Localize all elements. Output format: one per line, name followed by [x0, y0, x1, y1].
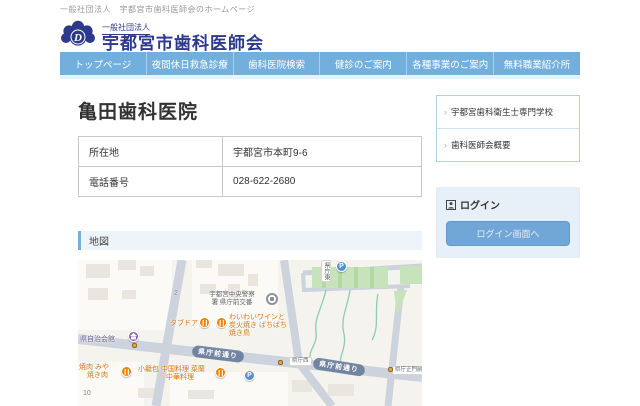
sidebar-link-hygienist-school[interactable]: › 宇都宮歯科衛生士専門学校 [437, 96, 579, 128]
clinic-name-heading: 亀田歯科医院 [78, 102, 199, 123]
login-icon [446, 199, 456, 210]
sidebar-link-label: 宇都宮歯科衛生士専門学校 [451, 107, 554, 117]
civic-hall-label: 県自治会館 [80, 336, 115, 343]
road-name-label: 県庁東通り [321, 260, 331, 282]
chevron-right-icon: › [444, 140, 447, 150]
main-nav: トップページ 夜間休日救急診療 歯科医院検索 健診のご案内 各種事業のご案内 無… [60, 52, 580, 79]
restaurant-label: タブドア [170, 320, 198, 327]
table-row: 所在地 宇都宮市本町9-6 [77, 136, 422, 167]
bus-stop-label: 県庁西 [289, 357, 312, 366]
phone-label: 電話番号 [77, 166, 224, 197]
traffic-signal-icon [388, 367, 393, 372]
site-tagline: 一般社団法人 宇都宮市歯科医師会のホームページ [60, 5, 256, 14]
site-container: 一般社団法人 宇都宮市歯科医師会のホームページ D 一般社団法人 宇都宮市歯科医… [60, 0, 580, 406]
sidebar-links-box: › 宇都宮歯科衛生士専門学校 › 歯科医師会概要 [436, 95, 580, 162]
phone-value: 028-622-2680 [222, 166, 422, 197]
restaurant-label: 焼肉 みや 焼き肉 [79, 364, 109, 379]
sidebar: › 宇都宮歯科衛生士専門学校 › 歯科医師会概要 ログイン ログイン画面へ [436, 95, 580, 406]
nav-item-emergency[interactable]: 夜間休日救急診療 [145, 52, 233, 75]
association-logo-icon: D [61, 20, 95, 46]
police-box-label: 宇都宮中央警察署 県庁前交番 [209, 291, 255, 306]
map-embed[interactable]: 2 10 県自治会館 宇都宮中央警察署 県庁前交番 タブドア わいわいワインと … [78, 260, 422, 406]
parking-icon[interactable]: P [244, 370, 255, 381]
nav-item-checkup[interactable]: 健診のご案内 [319, 52, 406, 75]
restaurant-label: 小籠包 中国料理 菜蘭 中華料理 [138, 366, 205, 381]
sidebar-link-association-overview[interactable]: › 歯科医師会概要 [437, 128, 579, 161]
civic-hall-icon[interactable] [128, 331, 139, 342]
nav-item-employment[interactable]: 無料職業紹介所 [493, 52, 580, 75]
restaurant-label: わいわいワインと 炭火焼き ばちばち 焼き鳥 [229, 314, 287, 337]
traffic-signal-icon [132, 343, 137, 348]
nav-item-top[interactable]: トップページ [60, 52, 146, 75]
login-title: ログイン [446, 197, 570, 212]
brand-text: 一般社団法人 宇都宮市歯科医師会 [102, 17, 264, 53]
police-box-icon[interactable] [266, 293, 278, 305]
restaurant-icon[interactable] [121, 366, 132, 377]
table-row: 電話番号 028-622-2680 [77, 166, 422, 197]
restaurant-icon[interactable] [215, 367, 226, 378]
address-label: 所在地 [77, 136, 224, 167]
address-value: 宇都宮市本町9-6 [222, 136, 422, 167]
traffic-signal-icon [278, 360, 283, 365]
map-block-number: 2 [174, 290, 178, 297]
nav-item-search[interactable]: 歯科医院検索 [232, 52, 320, 75]
chevron-right-icon: › [444, 107, 447, 117]
parking-icon[interactable]: P [336, 261, 347, 272]
svg-text:D: D [73, 32, 82, 44]
map-section-title: 地図 [89, 237, 109, 248]
sidebar-link-label: 歯科医師会概要 [451, 140, 511, 150]
map-section-header: 地図 [78, 231, 422, 250]
page: 一般社団法人 宇都宮市歯科医師会のホームページ D 一般社団法人 宇都宮市歯科医… [0, 0, 640, 406]
site-brand[interactable]: D 一般社団法人 宇都宮市歯科医師会 [60, 18, 580, 52]
map-block-number: 10 [83, 390, 91, 397]
restaurant-icon[interactable] [199, 317, 210, 328]
site-title: 宇都宮市歯科医師会 [102, 33, 264, 53]
login-box: ログイン ログイン画面へ [436, 187, 580, 258]
bus-stop-label: 県庁正門前 [392, 366, 422, 375]
restaurant-icon[interactable] [216, 317, 227, 328]
login-button[interactable]: ログイン画面へ [446, 221, 570, 246]
main-area: 亀田歯科医院 所在地 宇都宮市本町9-6 電話番号 028-622-2680 地… [60, 87, 580, 406]
nav-item-programs[interactable]: 各種事業のご案内 [406, 52, 493, 75]
content-column: 亀田歯科医院 所在地 宇都宮市本町9-6 電話番号 028-622-2680 地… [77, 87, 422, 406]
clinic-info-table: 所在地 宇都宮市本町9-6 電話番号 028-622-2680 [77, 136, 422, 197]
